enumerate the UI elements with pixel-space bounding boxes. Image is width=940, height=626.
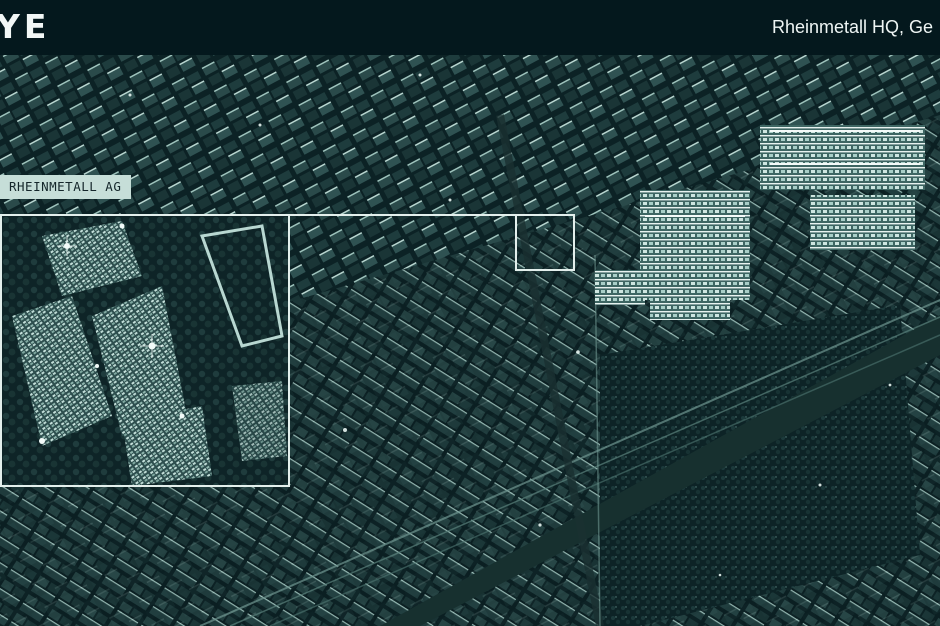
inset-connector-line [290, 214, 515, 216]
target-label[interactable]: RHEINMETALL AG [0, 175, 132, 199]
top-bar: YE Rheinmetall HQ, Ge [0, 0, 940, 55]
location-title: Rheinmetall HQ, Ge [772, 17, 934, 37]
zoom-inset[interactable] [0, 214, 290, 487]
zoomed-building-image-icon [2, 216, 288, 485]
satellite-imagery[interactable]: RHEINMETALL AG [0, 55, 940, 626]
target-highlight-box[interactable] [515, 214, 575, 271]
brand-logo[interactable]: YE [0, 9, 50, 45]
